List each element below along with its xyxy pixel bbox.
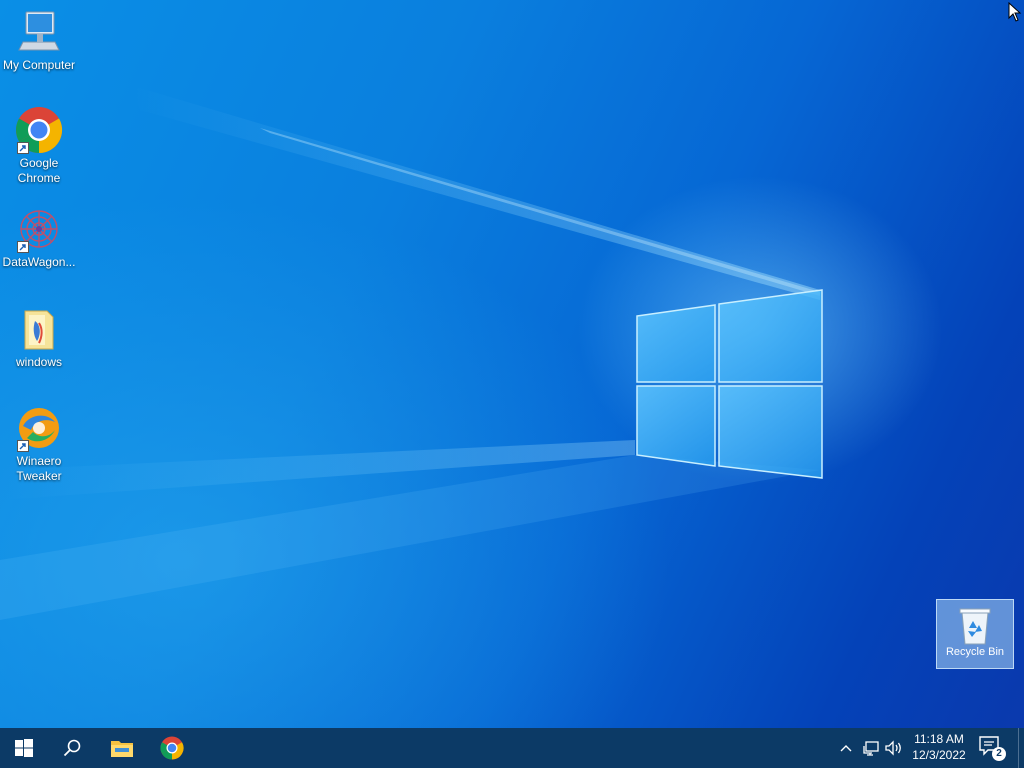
search-icon — [63, 739, 81, 757]
desktop-icon-google-chrome[interactable]: Google Chrome — [0, 106, 78, 186]
desktop-icon-label: Google Chrome — [17, 156, 61, 185]
computer-icon — [15, 8, 63, 56]
chevron-up-icon[interactable] — [838, 740, 854, 756]
desktop-icon-windows-folder[interactable]: windows — [0, 305, 78, 370]
clock-date: 12/3/2022 — [912, 748, 966, 762]
file-explorer-icon — [111, 741, 133, 757]
desktop-icon-label: My Computer — [2, 58, 76, 72]
desktop-icon-datawagon[interactable]: DataWagon... — [0, 205, 78, 270]
taskbar-clock[interactable]: 11:18 AM 12/3/2022 — [906, 731, 972, 765]
network-icon[interactable] — [862, 739, 880, 757]
taskbar-google-chrome[interactable] — [148, 728, 196, 768]
shortcut-arrow-icon — [17, 241, 29, 253]
volume-icon[interactable] — [884, 739, 904, 757]
desktop-icon-winaero-tweaker[interactable]: Winaero Tweaker — [0, 404, 78, 484]
taskbar-file-explorer[interactable] — [98, 728, 146, 768]
wallpaper-light-beams — [0, 85, 820, 620]
winaero-tweaker-icon — [15, 404, 63, 452]
desktop-icon-recycle-bin[interactable]: Recycle Bin — [936, 599, 1014, 669]
desktop-wallpaper[interactable]: My Computer Google Chrome DataWagon... w… — [0, 0, 1024, 728]
recycle-bin-label: Recycle Bin — [945, 646, 1005, 658]
desktop-icon-my-computer[interactable]: My Computer — [0, 8, 78, 73]
show-desktop-button[interactable] — [1018, 728, 1019, 768]
recycle-bin-icon — [959, 608, 991, 645]
folder-icon — [15, 305, 63, 353]
datawagon-icon — [15, 205, 63, 253]
windows-start-icon — [15, 739, 33, 757]
chrome-icon — [160, 736, 184, 760]
shortcut-arrow-icon — [17, 142, 29, 154]
desktop-icon-label: Winaero Tweaker — [16, 454, 62, 483]
start-button[interactable] — [0, 728, 48, 768]
shortcut-arrow-icon — [17, 440, 29, 452]
search-button[interactable] — [48, 728, 96, 768]
desktop-icon-label: windows — [15, 355, 63, 369]
taskbar: 11:18 AM 12/3/2022 2 — [0, 728, 1024, 768]
notification-count-badge: 2 — [992, 747, 1006, 761]
chrome-icon — [15, 106, 63, 154]
action-center-button[interactable]: 2 — [979, 736, 1007, 762]
mouse-cursor-icon — [1008, 2, 1022, 22]
desktop-icon-label: DataWagon... — [2, 255, 76, 269]
clock-time: 11:18 AM — [914, 732, 964, 746]
windows-logo-wallpaper — [636, 289, 823, 479]
